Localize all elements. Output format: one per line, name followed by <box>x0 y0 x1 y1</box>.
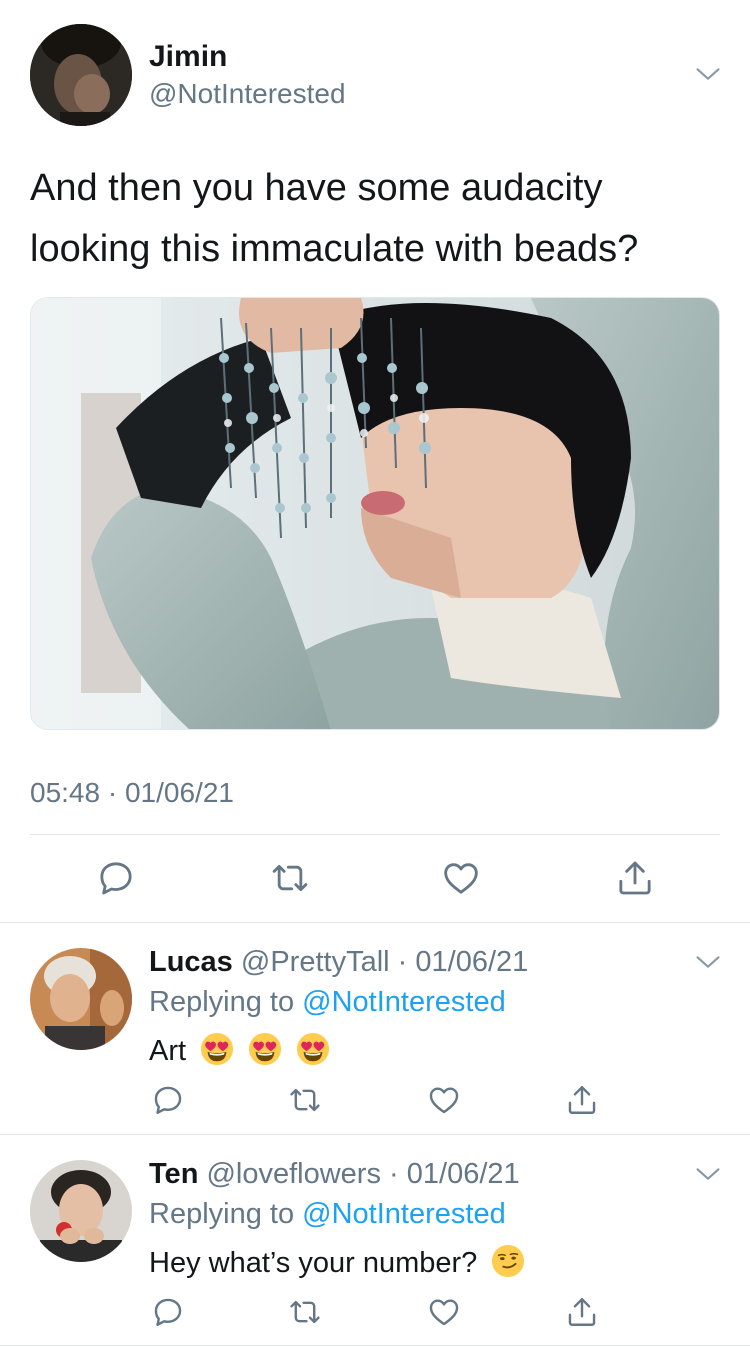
reply-separator: · <box>397 946 408 978</box>
retweet-icon[interactable] <box>288 1295 322 1329</box>
replying-to-mention[interactable]: @NotInterested <box>302 1198 506 1230</box>
main-tweet: Jimin @NotInterested And then you have s… <box>0 0 750 922</box>
tweet-time: 05:48 <box>30 777 101 808</box>
reply-text: Art <box>149 1032 330 1068</box>
retweet-icon[interactable] <box>288 1083 322 1117</box>
reply-tweet[interactable]: Ten @loveflowers · 01/06/21 Replying to … <box>0 1134 750 1346</box>
author-avatar[interactable] <box>30 24 132 126</box>
reply-text: Hey what’s your number? <box>149 1244 525 1280</box>
reply-text-content: Hey what’s your number? <box>149 1247 478 1279</box>
heart-eyes-emoji-icon <box>248 1032 282 1066</box>
author-name[interactable]: Jimin <box>149 40 227 74</box>
reply-text-content: Art <box>149 1035 187 1067</box>
heart-icon[interactable] <box>427 1083 461 1117</box>
reply-tweet[interactable]: Lucas @PrettyTall · 01/06/21 Replying to… <box>0 922 750 1134</box>
tweet-date: 01/06/21 <box>124 777 234 808</box>
replying-to: Replying to @NotInterested <box>149 1198 506 1231</box>
reply-icon[interactable] <box>96 858 136 898</box>
chevron-down-icon[interactable] <box>694 948 722 976</box>
heart-icon[interactable] <box>441 858 481 898</box>
retweet-icon[interactable] <box>270 858 310 898</box>
divider <box>30 834 720 835</box>
reply-author-handle[interactable]: @PrettyTall <box>241 946 390 978</box>
reply-avatar[interactable] <box>30 1160 132 1262</box>
reply-date[interactable]: 01/06/21 <box>415 946 528 978</box>
reply-avatar[interactable] <box>30 948 132 1050</box>
reply-author-name[interactable]: Lucas <box>149 946 233 978</box>
tweet-text: And then you have some audacity looking … <box>30 167 639 270</box>
reply-icon[interactable] <box>151 1083 185 1117</box>
reply-header: Ten @loveflowers · 01/06/21 <box>149 1158 520 1191</box>
replying-to-label: Replying to <box>149 1198 295 1230</box>
share-icon[interactable] <box>565 1295 599 1329</box>
reply-separator: · <box>389 1158 399 1190</box>
author-handle[interactable]: @NotInterested <box>149 78 346 110</box>
replying-to-label: Replying to <box>149 986 295 1018</box>
reply-date[interactable]: 01/06/21 <box>407 1158 520 1190</box>
replying-to-mention[interactable]: @NotInterested <box>302 986 506 1018</box>
heart-eyes-emoji-icon <box>200 1032 234 1066</box>
replying-to: Replying to @NotInterested <box>149 986 506 1019</box>
tweet-timestamp[interactable]: 05:48 · 01/06/21 <box>30 777 234 809</box>
heart-eyes-emoji-icon <box>296 1032 330 1066</box>
timestamp-separator: · <box>107 777 118 808</box>
chevron-down-icon[interactable] <box>694 1160 722 1188</box>
chevron-down-icon[interactable] <box>694 60 722 88</box>
tweet-media-image[interactable] <box>30 297 720 730</box>
share-icon[interactable] <box>565 1083 599 1117</box>
smirk-emoji-icon <box>491 1244 525 1278</box>
reply-author-name[interactable]: Ten <box>149 1158 198 1190</box>
divider <box>0 1345 750 1346</box>
reply-author-handle[interactable]: @loveflowers <box>206 1158 381 1190</box>
reply-header: Lucas @PrettyTall · 01/06/21 <box>149 946 528 979</box>
share-icon[interactable] <box>615 858 655 898</box>
heart-icon[interactable] <box>427 1295 461 1329</box>
reply-icon[interactable] <box>151 1295 185 1329</box>
